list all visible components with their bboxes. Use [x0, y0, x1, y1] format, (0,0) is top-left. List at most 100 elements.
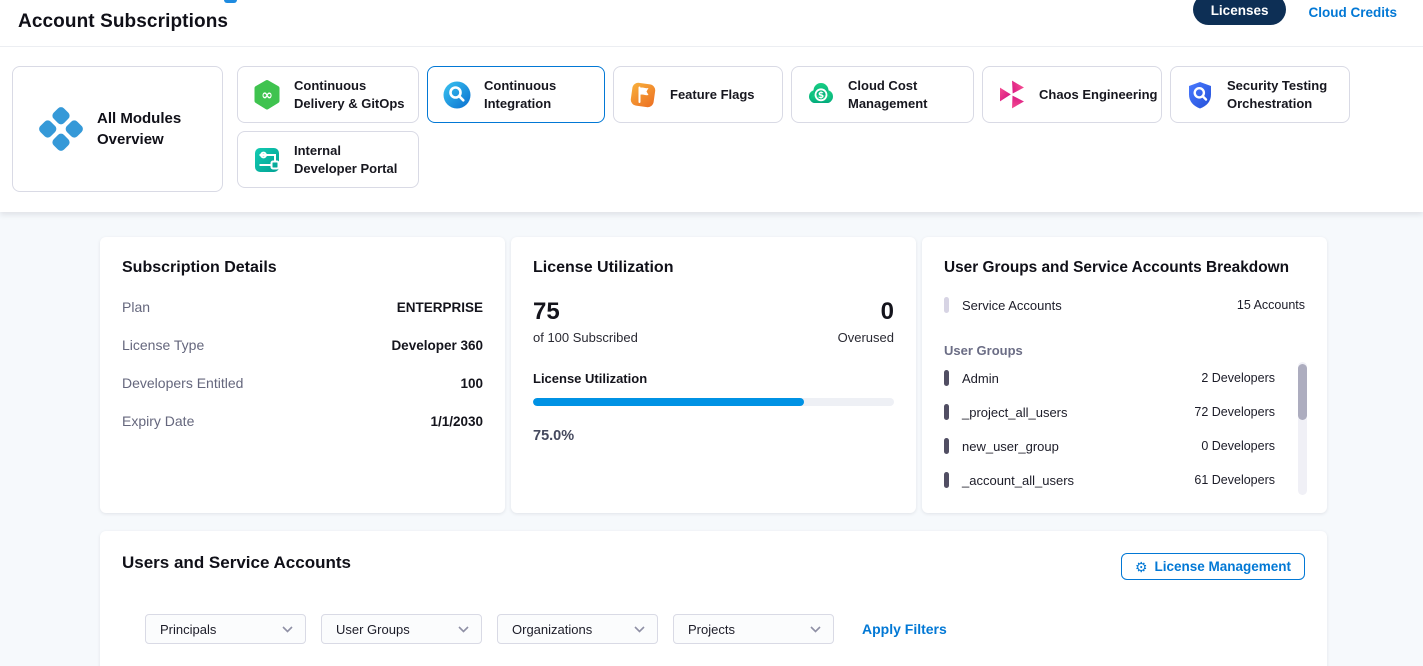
chevron-down-icon [458, 626, 469, 633]
filter-label: Projects [688, 622, 735, 637]
detail-label: Plan [122, 299, 150, 315]
user-group-value: 72 Developers [1194, 405, 1275, 419]
principals-filter-select[interactable]: Principals [145, 614, 306, 644]
service-accounts-label: Service Accounts [962, 298, 1237, 313]
user-group-marker [944, 404, 949, 420]
utilization-bar-track [533, 398, 894, 406]
filter-label: Principals [160, 622, 216, 637]
feature-flags-module-icon [627, 79, 659, 111]
detail-value: 100 [460, 376, 483, 391]
module-label: Security Testing Orchestration [1227, 77, 1336, 113]
service-accounts-marker [944, 297, 949, 313]
used-caption: of 100 Subscribed [533, 330, 638, 345]
idp-module-icon [251, 144, 283, 176]
detail-label: Expiry Date [122, 413, 194, 429]
svg-text:∞: ∞ [261, 87, 273, 103]
user-groups-list: Admin 2 Developers _project_all_users 72… [944, 370, 1305, 488]
service-accounts-value: 15 Accounts [1237, 298, 1305, 312]
apply-filters-button[interactable]: Apply Filters [862, 621, 947, 637]
user-group-row: _project_all_users 72 Developers [944, 404, 1305, 420]
detail-value: Developer 360 [391, 338, 483, 353]
filter-label: User Groups [336, 622, 410, 637]
sto-module-icon [1184, 79, 1216, 111]
users-section-title: Users and Service Accounts [122, 553, 351, 573]
module-card-security-testing[interactable]: Security Testing Orchestration [1170, 66, 1350, 123]
ci-module-icon [441, 79, 473, 111]
used-licenses-block: 75 of 100 Subscribed [533, 299, 638, 345]
page-header: Account Subscriptions Licenses Cloud Cre… [0, 0, 1423, 47]
module-card-continuous-delivery[interactable]: ∞ Continuous Delivery & GitOps [237, 66, 419, 123]
breakdown-card: User Groups and Service Accounts Breakdo… [922, 237, 1327, 513]
card-title: License Utilization [533, 259, 894, 277]
header-tabs: Licenses Cloud Credits [1193, 0, 1397, 25]
license-management-button[interactable]: ⚙ License Management [1121, 553, 1305, 580]
filters-row: Principals User Groups Organizations Pro… [145, 614, 1305, 644]
module-label: Chaos Engineering [1039, 86, 1157, 104]
used-count: 75 [533, 299, 638, 325]
user-group-marker [944, 472, 949, 488]
groups-scrollbar-thumb[interactable] [1298, 364, 1307, 420]
all-modules-label: All Modules Overview [97, 108, 193, 150]
user-group-marker [944, 370, 949, 386]
detail-value: ENTERPRISE [397, 300, 483, 315]
license-management-label: License Management [1154, 559, 1291, 574]
ccm-module-icon: $ [805, 79, 837, 111]
card-title: User Groups and Service Accounts Breakdo… [944, 259, 1305, 277]
organizations-filter-select[interactable]: Organizations [497, 614, 658, 644]
user-group-row: new_user_group 0 Developers [944, 438, 1305, 454]
licenses-tab[interactable]: Licenses [1193, 0, 1287, 25]
svg-text:$: $ [818, 91, 824, 101]
cd-module-icon: ∞ [251, 79, 283, 111]
modules-strip: All Modules Overview ∞ Continuous Delive… [0, 47, 1423, 212]
projects-filter-select[interactable]: Projects [673, 614, 834, 644]
detail-value: 1/1/2030 [430, 414, 483, 429]
utilization-bar-label: License Utilization [533, 371, 894, 386]
user-groups-filter-select[interactable]: User Groups [321, 614, 482, 644]
cloud-credits-tab[interactable]: Cloud Credits [1308, 5, 1397, 20]
detail-row-license-type: License Type Developer 360 [122, 337, 483, 353]
utilization-bar-fill [533, 398, 804, 406]
module-card-internal-developer-portal[interactable]: Internal Developer Portal [237, 131, 419, 188]
module-label: Continuous Integration [484, 77, 568, 113]
license-utilization-card: License Utilization 75 of 100 Subscribed… [511, 237, 916, 513]
user-group-value: 61 Developers [1194, 473, 1275, 487]
all-modules-overview-card[interactable]: All Modules Overview [12, 66, 223, 192]
user-groups-section-label: User Groups [944, 343, 1305, 358]
detail-row-expiry-date: Expiry Date 1/1/2030 [122, 413, 483, 429]
groups-scrollbar-track[interactable] [1298, 362, 1307, 495]
module-card-chaos-engineering[interactable]: Chaos Engineering [982, 66, 1162, 123]
users-and-service-accounts-card: Users and Service Accounts ⚙ License Man… [100, 531, 1327, 666]
overused-caption: Overused [838, 330, 894, 345]
user-group-name: _project_all_users [962, 405, 1194, 420]
subscriptions-content: Subscription Details Plan ENTERPRISE Lic… [0, 212, 1423, 666]
utilization-percent: 75.0% [533, 428, 894, 444]
overused-count: 0 [838, 299, 894, 325]
user-group-value: 2 Developers [1201, 371, 1275, 385]
detail-row-plan: Plan ENTERPRISE [122, 299, 483, 315]
subscription-details-card: Subscription Details Plan ENTERPRISE Lic… [100, 237, 505, 513]
module-card-list: ∞ Continuous Delivery & GitOps [237, 66, 1411, 188]
page-title: Account Subscriptions [18, 11, 228, 33]
overused-block: 0 Overused [838, 299, 894, 345]
module-card-cloud-cost-management[interactable]: $ Cloud Cost Management [791, 66, 974, 123]
clipped-icon-fragment [224, 0, 237, 3]
user-group-name: Admin [962, 371, 1201, 386]
detail-label: License Type [122, 337, 204, 353]
module-label: Feature Flags [670, 86, 755, 104]
gear-icon: ⚙ [1135, 560, 1148, 574]
module-card-feature-flags[interactable]: Feature Flags [613, 66, 783, 123]
user-group-name: _account_all_users [962, 473, 1194, 488]
module-label: Cloud Cost Management [848, 77, 942, 113]
detail-label: Developers Entitled [122, 375, 243, 391]
chevron-down-icon [634, 626, 645, 633]
user-group-value: 0 Developers [1201, 439, 1275, 453]
chevron-down-icon [282, 626, 293, 633]
detail-row-developers-entitled: Developers Entitled 100 [122, 375, 483, 391]
module-label: Continuous Delivery & GitOps [294, 77, 405, 113]
user-group-row: Admin 2 Developers [944, 370, 1305, 386]
chevron-down-icon [810, 626, 821, 633]
user-group-name: new_user_group [962, 439, 1201, 454]
user-group-marker [944, 438, 949, 454]
module-card-continuous-integration[interactable]: Continuous Integration [427, 66, 605, 123]
filter-label: Organizations [512, 622, 592, 637]
